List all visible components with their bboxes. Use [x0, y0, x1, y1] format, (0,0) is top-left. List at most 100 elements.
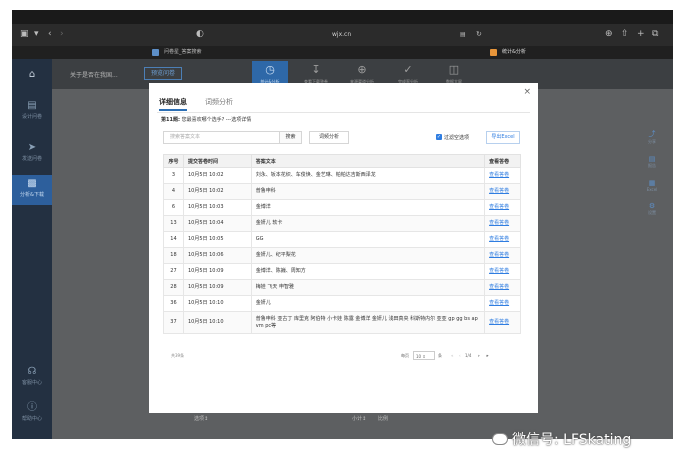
table-row: 18 10月5日 10:06 金妍儿、纪平梨花 查看答卷: [163, 247, 521, 264]
view-answer-link[interactable]: 查看答卷: [484, 247, 521, 264]
nav-design[interactable]: ▤ 设计问卷: [12, 99, 52, 125]
row-answer: 普鲁申科 亚古丁 库里克 阿伯特 小卡娃 陈露 金博洋 金妍儿 浅田真央 科斯特…: [250, 311, 486, 334]
share-icon: ⤴: [648, 130, 656, 138]
view-answer-link[interactable]: 查看答卷: [484, 263, 521, 280]
excel-button[interactable]: ▦ Excel: [637, 179, 667, 192]
check-circle-icon: ✓: [403, 63, 413, 76]
tab-details[interactable]: 详细信息: [159, 97, 187, 111]
reload-icon[interactable]: ↻: [476, 30, 482, 38]
address-bar[interactable]: wjx.cn: [332, 31, 351, 38]
download-icon[interactable]: ⊕: [605, 29, 613, 39]
row-id: 4: [163, 183, 184, 200]
row-id: 13: [163, 215, 184, 232]
watermark-text: 微信号: LFSkating: [512, 432, 632, 448]
reader-icon[interactable]: ▤: [460, 31, 466, 38]
row-answer: 梅娃 飞天 申智雅: [250, 279, 486, 296]
share-icon[interactable]: ⇧: [621, 29, 629, 39]
column-header-id: 序号: [163, 154, 184, 168]
per-page-select[interactable]: 10 ⇕: [413, 351, 435, 360]
first-page-icon[interactable]: «: [451, 351, 453, 360]
target-icon: ⊕: [357, 63, 367, 76]
sidebar-toggle-icon[interactable]: ▣: [20, 29, 29, 39]
view-answer-link[interactable]: 查看答卷: [484, 167, 521, 184]
nav-label: 发送问卷: [21, 156, 42, 162]
view-answer-link[interactable]: 查看答卷: [484, 279, 521, 296]
back-icon[interactable]: ‹: [48, 29, 52, 39]
tab-bar: 问卷星_答案搜索 统计&分析: [12, 46, 673, 59]
right-toolbar: ⤴ 分享 ▤ 报告 ▦ Excel ⚙ 设置: [637, 129, 667, 289]
export-excel-button[interactable]: 导出Excel: [486, 131, 520, 144]
survey-title[interactable]: 关于是否在我国...: [70, 70, 118, 79]
row-time: 10月5日 10:06: [182, 247, 252, 264]
word-frequency-button[interactable]: 词频分析: [309, 131, 349, 144]
count-header: 小计↕: [352, 416, 367, 422]
forward-icon[interactable]: ›: [60, 29, 64, 39]
send-icon: ➤: [27, 142, 37, 153]
close-icon[interactable]: ×: [523, 87, 531, 97]
monitor-icon: ◫: [448, 63, 460, 76]
report-button[interactable]: ▤ 报告: [637, 155, 667, 169]
row-id: 27: [163, 263, 184, 280]
row-answer: 金妍儿: [250, 295, 486, 312]
nav-help[interactable]: ⓘ 帮助中心: [12, 401, 52, 427]
wjx-favicon-icon: [152, 49, 159, 56]
help-icon: ⓘ: [27, 402, 37, 413]
row-answer: 金妍儿 软卡: [250, 215, 486, 232]
tab-answer-search[interactable]: 问卷星_答案搜索: [152, 48, 202, 57]
excel-icon: ▦: [648, 179, 656, 187]
nav-label: 分析&下载: [20, 192, 44, 198]
view-answer-link[interactable]: 查看答卷: [484, 311, 521, 334]
nav-analysis[interactable]: ▩ 分析&下载: [12, 175, 52, 205]
nav-service[interactable]: ☊ 客服中心: [12, 365, 52, 391]
tool-label: 设置: [648, 210, 656, 215]
row-answer: 金博洋、陈巍、周知方: [250, 263, 486, 280]
row-time: 10月5日 10:09: [182, 279, 252, 296]
home-button[interactable]: ⌂: [12, 63, 52, 87]
tab-word-frequency[interactable]: 词频分析: [205, 97, 233, 107]
preview-button[interactable]: 预览问卷: [144, 67, 182, 80]
view-answer-link[interactable]: 查看答卷: [484, 183, 521, 200]
question-title: 第11题: 您最喜欢哪个选手? ---选项详情: [161, 116, 251, 123]
view-answer-link[interactable]: 查看答卷: [484, 215, 521, 232]
row-id: 18: [163, 247, 184, 264]
column-header-view: 查看答卷: [484, 154, 521, 168]
view-answer-link[interactable]: 查看答卷: [484, 199, 521, 216]
nav-send[interactable]: ➤ 发送问卷: [12, 141, 52, 167]
table-row: 36 10月5日 10:10 金妍儿 查看答卷: [163, 295, 521, 312]
chevron-down-icon[interactable]: ▾: [34, 29, 39, 39]
table-row: 37 10月5日 10:10 普鲁申科 亚古丁 库里克 阿伯特 小卡娃 陈露 金博洋…: [163, 311, 521, 334]
share-button[interactable]: ⤴ 分享: [637, 129, 667, 145]
last-page-icon[interactable]: »: [486, 351, 489, 360]
table-header-row: 序号 提交答卷时间 答案文本 查看答卷: [163, 154, 521, 168]
per-page-unit: 条: [438, 353, 442, 358]
table-row: 13 10月5日 10:04 金妍儿 软卡 查看答卷: [163, 215, 521, 232]
filter-empty-label[interactable]: 过滤空选项: [444, 134, 469, 141]
browser-toolbar: ▣ ▾ ‹ › ◐ wjx.cn ▤ ↻ ⊕ ⇧ + ⧉: [12, 24, 673, 46]
watermark: 微信号: LFSkating: [492, 429, 631, 449]
tool-label: 报告: [648, 163, 656, 168]
search-button[interactable]: 搜索: [280, 131, 302, 144]
per-page-value: 10: [416, 354, 422, 359]
next-page-icon[interactable]: ›: [478, 351, 480, 360]
row-id: 6: [163, 199, 184, 216]
menu-bar: [12, 10, 673, 24]
search-input[interactable]: 搜索答案文本: [163, 131, 280, 144]
tab-statistics[interactable]: 统计&分析: [490, 48, 526, 57]
answers-table: 序号 提交答卷时间 答案文本 查看答卷 3 10月5日 10:02 刘永、坂本花织、…: [163, 154, 521, 334]
left-nav: ⌂ ▤ 设计问卷 ➤ 发送问卷 ▩ 分析&下载 ☊ 客服中心 ⓘ 帮助中心: [12, 59, 52, 439]
new-tab-icon[interactable]: +: [637, 29, 645, 39]
filter-empty-checkbox[interactable]: ✓: [436, 134, 442, 140]
prev-page-icon[interactable]: ‹: [459, 351, 461, 360]
row-answer: 金妍儿、纪平梨花: [250, 247, 486, 264]
download-icon: ↧: [311, 63, 321, 76]
per-page-label: 每页: [401, 353, 409, 358]
row-answer: 普鲁申科: [250, 183, 486, 200]
detail-modal: × 详细信息 词频分析 第11题: 您最喜欢哪个选手? ---选项详情 搜索答案…: [149, 83, 538, 413]
privacy-shield-icon[interactable]: ◐: [196, 29, 204, 39]
row-time: 10月5日 10:10: [182, 311, 252, 334]
settings-button[interactable]: ⚙ 设置: [637, 202, 667, 216]
view-answer-link[interactable]: 查看答卷: [484, 231, 521, 248]
nav-label: 客服中心: [21, 380, 42, 386]
view-answer-link[interactable]: 查看答卷: [484, 295, 521, 312]
tabs-overview-icon[interactable]: ⧉: [652, 29, 658, 39]
